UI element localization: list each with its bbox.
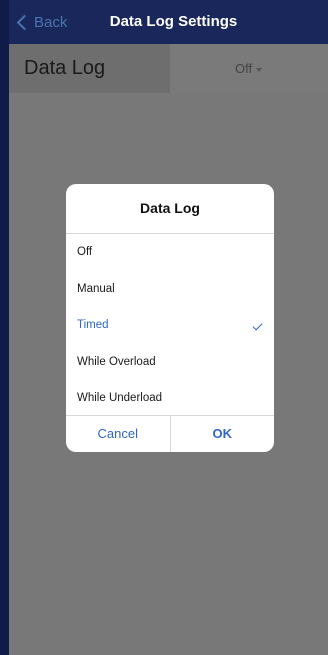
option-timed[interactable]: Timed — [66, 307, 274, 344]
option-while-overload[interactable]: While Overload — [66, 344, 274, 381]
dropdown-value: Off — [235, 44, 263, 93]
content-area: Data Log Off Data Log Off Manual Timed W… — [9, 44, 328, 655]
option-label: While Overload — [77, 355, 156, 368]
data-log-setting-row: Data Log Off — [9, 44, 328, 93]
page-title: Data Log Settings — [109, 13, 238, 30]
option-label: Timed — [77, 319, 109, 332]
app-frame: Back Data Log Settings Data Log Off Data… — [0, 0, 328, 655]
dropdown-value-text: Off — [235, 61, 253, 76]
data-log-dropdown[interactable]: Off — [170, 44, 328, 93]
option-off[interactable]: Off — [66, 234, 274, 271]
navigation-bar: Back Data Log Settings — [9, 0, 328, 44]
option-label: Off — [77, 246, 93, 258]
data-log-dialog: Data Log Off Manual Timed While Overload… — [66, 184, 274, 452]
option-label: Manual — [77, 282, 115, 295]
caret-down-icon — [256, 67, 263, 72]
dialog-actions: Cancel OK — [66, 415, 274, 452]
checkmark-icon — [252, 320, 263, 331]
setting-label: Data Log — [24, 57, 106, 79]
option-label: While Underload — [77, 392, 163, 405]
dialog-title: Data Log — [66, 184, 274, 234]
option-manual[interactable]: Manual — [66, 271, 274, 308]
cancel-button[interactable]: Cancel — [66, 416, 171, 452]
option-list: Off Manual Timed While Overload While Un… — [66, 234, 274, 417]
option-while-underload[interactable]: While Underload — [66, 380, 274, 417]
ok-button[interactable]: OK — [171, 416, 275, 452]
